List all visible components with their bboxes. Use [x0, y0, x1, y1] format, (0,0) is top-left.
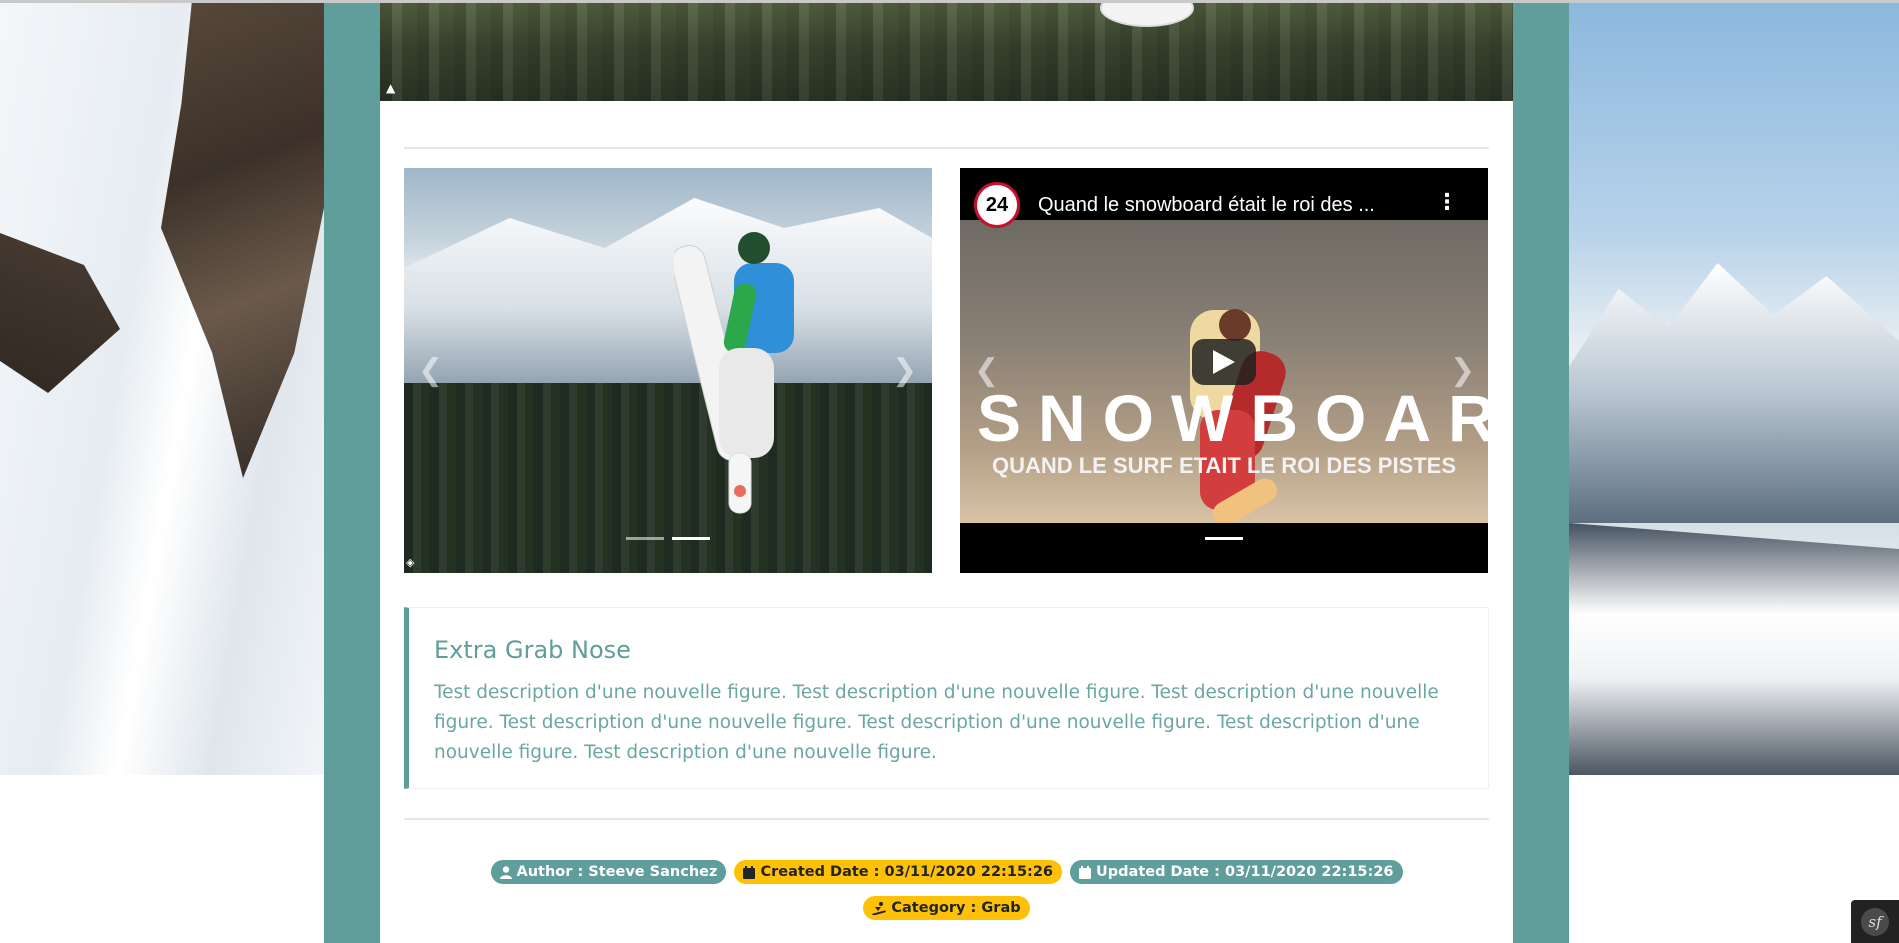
- valley-slope: [1569, 523, 1899, 775]
- author-badge-label: Author : Steeve Sanchez: [516, 864, 718, 880]
- play-icon: [1213, 350, 1235, 374]
- rock-cliff: [161, 3, 324, 478]
- channel-logo[interactable]: 24: [974, 182, 1020, 228]
- snowboarder-figure: [674, 232, 794, 514]
- video-title-link[interactable]: Quand le snowboard était le roi des ...: [1038, 194, 1375, 217]
- divider-top: [404, 147, 1489, 149]
- snowboarding-icon: [872, 901, 887, 915]
- image-carousel-next-button[interactable]: ❯: [892, 356, 917, 386]
- symfony-toolbar-toggle[interactable]: sf: [1851, 900, 1899, 943]
- updated-date-badge: Updated Date : 03/11/2020 22:15:26: [1070, 860, 1403, 884]
- video-carousel[interactable]: SNOWBOARD QUAND LE SURF ETAIT LE ROI DES…: [960, 168, 1488, 573]
- trick-description: Test description d'une nouvelle figure. …: [434, 682, 1439, 763]
- background-photo-left: [0, 3, 324, 775]
- image-carousel[interactable]: ❮ ❯ ◈: [404, 168, 932, 573]
- updated-date-label: Updated Date : 03/11/2020 22:15:26: [1096, 864, 1394, 880]
- image-carousel-prev-button[interactable]: ❮: [418, 356, 443, 386]
- video-carousel-prev-button[interactable]: ❮: [974, 356, 999, 386]
- video-overlay-title: SNOWBOARD: [977, 381, 1488, 455]
- hero-watermark-icon: ▲: [386, 81, 396, 95]
- background-photo-right: [1569, 3, 1899, 775]
- carousel-forest: [404, 383, 932, 573]
- hero-image: ▲: [380, 3, 1513, 101]
- meta-badges-row: Author : Steeve Sanchez Created Date : 0…: [380, 860, 1513, 884]
- mountain-range: [1569, 263, 1899, 523]
- trick-detail-content: ▲ ❮ ❯ ◈ SNOWBOA QUAND LE SURF ETAIT LE R…: [380, 3, 1513, 943]
- rock-outcrop: [0, 233, 120, 393]
- kebab-menu-icon[interactable]: ⋮: [1436, 192, 1458, 214]
- author-badge: Author : Steeve Sanchez: [490, 860, 727, 884]
- divider-bottom: [404, 818, 1489, 820]
- category-badge-row: Category : Grab: [380, 896, 1513, 920]
- image-carousel-indicator-2[interactable]: [672, 537, 710, 540]
- calendar-icon: [743, 865, 756, 879]
- user-icon: [499, 865, 512, 879]
- category-badge: Category : Grab: [863, 896, 1030, 920]
- play-button[interactable]: [1192, 339, 1256, 385]
- trick-description-card: Extra Grab Nose Test description d'une n…: [404, 607, 1489, 789]
- photo-watermark-icon: ◈: [406, 556, 415, 569]
- category-badge-label: Category : Grab: [891, 900, 1021, 916]
- video-overlay-subtitle: QUAND LE SURF ETAIT LE ROI DES PISTES: [991, 453, 1457, 478]
- video-carousel-indicator-1[interactable]: [1205, 537, 1243, 540]
- video-carousel-next-button[interactable]: ❯: [1450, 356, 1475, 386]
- symfony-logo-icon: sf: [1861, 907, 1889, 936]
- calendar-icon: [1079, 865, 1092, 879]
- created-date-label: Created Date : 03/11/2020 22:15:26: [760, 864, 1054, 880]
- created-date-badge: Created Date : 03/11/2020 22:15:26: [734, 860, 1063, 884]
- image-carousel-indicator-1[interactable]: [626, 537, 664, 540]
- trick-title: Extra Grab Nose: [434, 636, 631, 664]
